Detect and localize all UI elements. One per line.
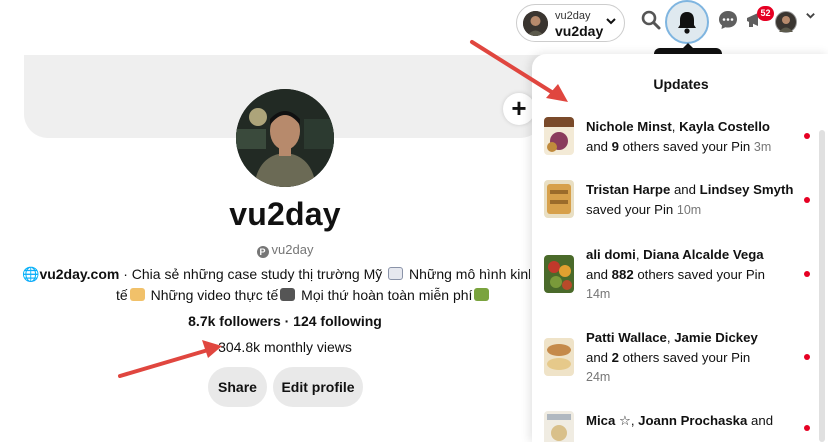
- profile-avatar-button[interactable]: [775, 11, 797, 33]
- count: 9: [611, 138, 620, 154]
- bio-text-3: tế: [116, 287, 128, 303]
- notification-text: ali domi, Diana Alcalde Vega and 882 oth…: [586, 245, 806, 305]
- pin-thumbnail: [544, 255, 574, 293]
- text: and: [586, 266, 612, 282]
- pinterest-logo-icon: P: [256, 246, 269, 258]
- document-emoji-icon: [388, 267, 404, 280]
- pin-thumbnail: [544, 180, 574, 218]
- notification-text: Nichole Minst, Kayla Costello and 9 othe…: [586, 117, 806, 157]
- user-name[interactable]: Mica ☆: [586, 413, 631, 428]
- bell-icon: [678, 12, 696, 34]
- count: 882: [611, 266, 634, 282]
- unread-dot: [804, 197, 810, 203]
- notification-text: Patti Wallace, Jamie Dickey and 2 others…: [586, 328, 806, 388]
- user-name[interactable]: ali domi: [586, 247, 636, 262]
- separator: ,: [671, 119, 680, 134]
- profile-bio-line1: 🌐vu2day.com · Chia sẻ những case study t…: [22, 266, 530, 283]
- bio-text-1: · Chia sẻ những case study thị trường Mỹ: [119, 266, 383, 282]
- pin-thumbnail: [544, 338, 574, 376]
- bio-text-5: Mọi thứ hoàn toàn miễn phí: [297, 287, 473, 303]
- text: others saved your Pin: [619, 138, 754, 154]
- follow-stats[interactable]: 8.7k followers · 124 following: [0, 313, 570, 329]
- unread-dot: [804, 271, 810, 277]
- user-name[interactable]: Tristan Harpe: [586, 182, 670, 197]
- account-sub-label: vu2day: [555, 10, 591, 22]
- unread-dot: [804, 133, 810, 139]
- user-name[interactable]: Joann Prochaska: [638, 413, 747, 428]
- handle-text: vu2day: [271, 242, 314, 257]
- text: and: [747, 413, 774, 428]
- timestamp: 10m: [676, 202, 702, 217]
- profile-name: vu2day: [229, 196, 341, 232]
- pin-thumbnail: [544, 117, 574, 155]
- user-name[interactable]: Jamie Dickey: [674, 330, 758, 345]
- camera-emoji-icon: [280, 288, 296, 301]
- profile-handle: Pvu2day: [0, 242, 570, 258]
- user-name[interactable]: Diana Alcalde Vega: [643, 247, 763, 262]
- bio-website-link[interactable]: vu2day.com: [39, 266, 119, 282]
- panel-scrollbar[interactable]: [819, 130, 825, 442]
- timestamp: 3m: [753, 139, 772, 154]
- bio-text-2: Những mô hình kinh doanh qu: [409, 266, 530, 282]
- separator: and: [670, 182, 700, 197]
- unread-dot: [804, 354, 810, 360]
- text: and: [586, 138, 612, 154]
- notifications-button[interactable]: [665, 0, 709, 44]
- notification-text: Tristan Harpe and Lindsey Smyth saved yo…: [586, 180, 806, 220]
- annotation-arrow-icon: [118, 340, 222, 378]
- user-name[interactable]: Kayla Costello: [679, 119, 770, 134]
- timestamp: 24m: [586, 370, 611, 384]
- person-emoji-icon: [129, 288, 145, 301]
- notification-badge: 52: [757, 6, 774, 21]
- profile-bio-line2: tế Những video thực tế Mọi thứ hoàn toàn…: [116, 287, 491, 303]
- account-avatar: [523, 11, 548, 36]
- timestamp: 14m: [586, 287, 611, 301]
- globe-icon: 🌐: [22, 266, 40, 282]
- unread-dot: [804, 425, 810, 431]
- money-bag-emoji-icon: [474, 288, 490, 301]
- monthly-views: 304.8k monthly views: [218, 339, 352, 355]
- text: others saved your Pin: [619, 349, 751, 365]
- chevron-down-icon[interactable]: [805, 10, 816, 24]
- edit-profile-button[interactable]: Edit profile: [273, 367, 363, 407]
- search-icon[interactable]: [640, 9, 662, 31]
- text: others saved your Pin: [633, 266, 765, 282]
- bio-text-4: Những video thực tế: [146, 287, 279, 303]
- user-name[interactable]: Lindsey Smyth: [700, 182, 794, 197]
- user-name[interactable]: Patti Wallace: [586, 330, 667, 345]
- text: saved your Pin: [586, 201, 677, 217]
- pin-thumbnail: [544, 411, 574, 442]
- text: and: [586, 349, 612, 365]
- count: 2: [611, 349, 620, 365]
- messages-icon[interactable]: [717, 9, 739, 31]
- profile-avatar: [236, 89, 334, 187]
- notification-text: Mica ☆, Joann Prochaska and: [586, 411, 806, 431]
- annotation-arrow-icon: [470, 40, 568, 102]
- chevron-down-icon: [605, 15, 617, 30]
- user-name[interactable]: Nichole Minst: [586, 119, 672, 134]
